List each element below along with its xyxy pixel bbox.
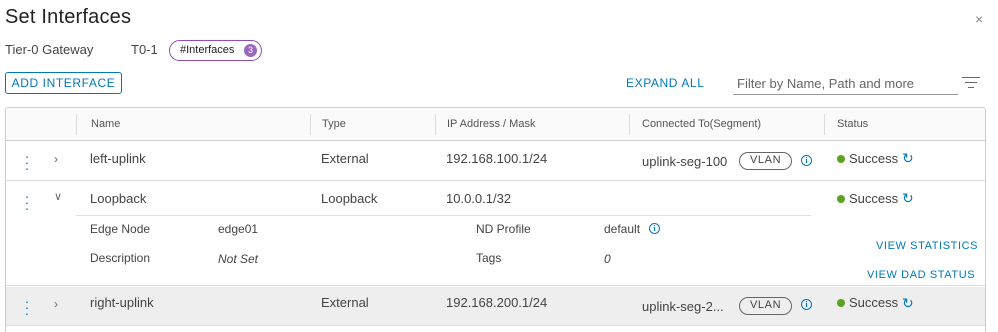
row-type: Loopback [321, 191, 378, 206]
column-separator[interactable] [76, 114, 77, 135]
vertical-dots-icon[interactable]: · · · [22, 189, 32, 215]
success-dot-icon [837, 299, 845, 307]
tags-label: Tags [476, 251, 502, 265]
column-header-segment[interactable]: Connected To(Segment) [642, 118, 761, 130]
description-label: Description [90, 251, 151, 265]
column-header-name[interactable]: Name [91, 118, 120, 130]
interfaces-grid: Name Type IP Address / Mask Connected To… [5, 107, 986, 332]
filter-lines-icon[interactable] [962, 77, 980, 92]
row-segment[interactable]: uplink-seg-2... [642, 299, 724, 314]
column-header-ip[interactable]: IP Address / Mask [447, 118, 535, 130]
column-header-type[interactable]: Type [322, 118, 346, 130]
detail-divider [76, 215, 811, 216]
table-row: · · · › left-uplink External 192.168.100.1… [6, 142, 985, 181]
pill-label: #Interfaces [180, 44, 235, 56]
table-row-expanded: · · · ∨ Loopback Loopback 10.0.0.1/32 Succ… [6, 182, 985, 286]
chevron-down-icon[interactable]: ∨ [54, 190, 62, 203]
view-dad-status-link[interactable]: VIEW DAD STATUS [867, 269, 975, 281]
interfaces-count-pill: #Interfaces 3 [169, 40, 262, 61]
expand-all-link[interactable]: EXPAND ALL [626, 76, 704, 90]
info-icon[interactable]: i [801, 299, 812, 310]
description-value: Not Set [218, 252, 259, 266]
status-badge: Success [837, 295, 898, 310]
vertical-dots-icon[interactable]: · · · [22, 294, 32, 320]
dialog-title: Set Interfaces [5, 6, 132, 28]
row-ip: 10.0.0.1/32 [446, 191, 512, 206]
refresh-icon[interactable]: ↻ [902, 295, 914, 312]
edge-node-value: edge01 [218, 222, 259, 236]
row-name: Loopback [90, 191, 147, 206]
gateway-value: T0-1 [131, 42, 158, 57]
close-icon[interactable]: × [975, 12, 983, 26]
row-ip: 192.168.100.1/24 [446, 151, 548, 166]
row-name: right-uplink [90, 295, 154, 310]
success-dot-icon [837, 155, 845, 163]
row-type: External [321, 295, 369, 310]
row-type: External [321, 151, 369, 166]
column-separator[interactable] [435, 114, 436, 135]
refresh-icon[interactable]: ↻ [902, 190, 914, 207]
gateway-label: Tier-0 Gateway [5, 42, 94, 57]
row-name: left-uplink [90, 151, 146, 166]
column-separator[interactable] [310, 114, 311, 135]
column-header-status[interactable]: Status [837, 118, 868, 130]
info-icon[interactable]: i [649, 223, 660, 234]
row-ip: 192.168.200.1/24 [446, 295, 548, 310]
view-statistics-link[interactable]: VIEW STATISTICS [876, 240, 978, 252]
pill-count-badge: 3 [244, 44, 257, 57]
nd-profile-value: default [604, 222, 641, 236]
success-dot-icon [837, 195, 845, 203]
chevron-right-icon[interactable]: › [54, 152, 58, 166]
status-badge: Success [837, 191, 898, 206]
column-separator[interactable] [824, 114, 825, 135]
row-segment[interactable]: uplink-seg-100 [642, 154, 727, 169]
table-row: · · · › right-uplink External 192.168.200.… [6, 287, 985, 326]
vlan-badge: VLAN [739, 152, 793, 170]
column-separator[interactable] [629, 114, 630, 135]
chevron-right-icon[interactable]: › [54, 297, 58, 311]
tags-value[interactable]: 0 [604, 252, 611, 266]
info-icon[interactable]: i [801, 155, 812, 166]
refresh-icon[interactable]: ↻ [902, 150, 914, 167]
grid-header: Name Type IP Address / Mask Connected To… [6, 108, 985, 141]
vertical-dots-icon[interactable]: · · · [22, 149, 32, 175]
vlan-badge: VLAN [739, 297, 793, 315]
status-text: Success [849, 191, 899, 206]
status-badge: Success [837, 151, 898, 166]
status-text: Success [849, 295, 899, 310]
edge-node-label: Edge Node [90, 222, 151, 236]
nd-profile-label: ND Profile [476, 222, 531, 236]
status-text: Success [849, 151, 899, 166]
filter-input[interactable] [733, 72, 958, 95]
add-interface-button[interactable]: ADD INTERFACE [5, 72, 122, 94]
